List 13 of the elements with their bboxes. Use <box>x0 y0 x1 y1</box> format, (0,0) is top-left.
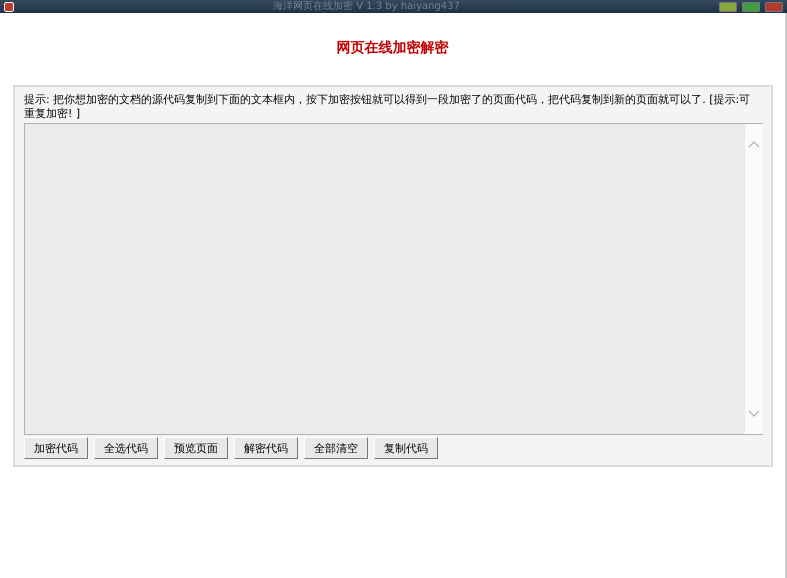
page-heading: 网页在线加密解密 <box>336 38 450 58</box>
app-icon <box>4 2 14 12</box>
action-button[interactable]: 全部清空 <box>304 437 368 459</box>
window-title: 海洋网页在线加密 V 1.3 by haiyang437 <box>272 0 461 12</box>
action-button[interactable]: 加密代码 <box>24 437 88 459</box>
close-button[interactable] <box>765 2 783 12</box>
hint-text: 提示: 把你想加密的文档的源代码复制到下面的文本框内，按下加密按钮就可以得到一段加密了的页面代码，把代码复制到新的页面就可以了. [提示:可重复加密! ] <box>24 93 752 121</box>
maximize-button[interactable] <box>742 2 760 12</box>
minimize-button[interactable] <box>719 2 737 12</box>
action-button[interactable]: 全选代码 <box>94 437 158 459</box>
action-button[interactable]: 复制代码 <box>374 437 438 459</box>
action-button[interactable]: 解密代码 <box>234 437 298 459</box>
action-button[interactable]: 预览页面 <box>164 437 228 459</box>
